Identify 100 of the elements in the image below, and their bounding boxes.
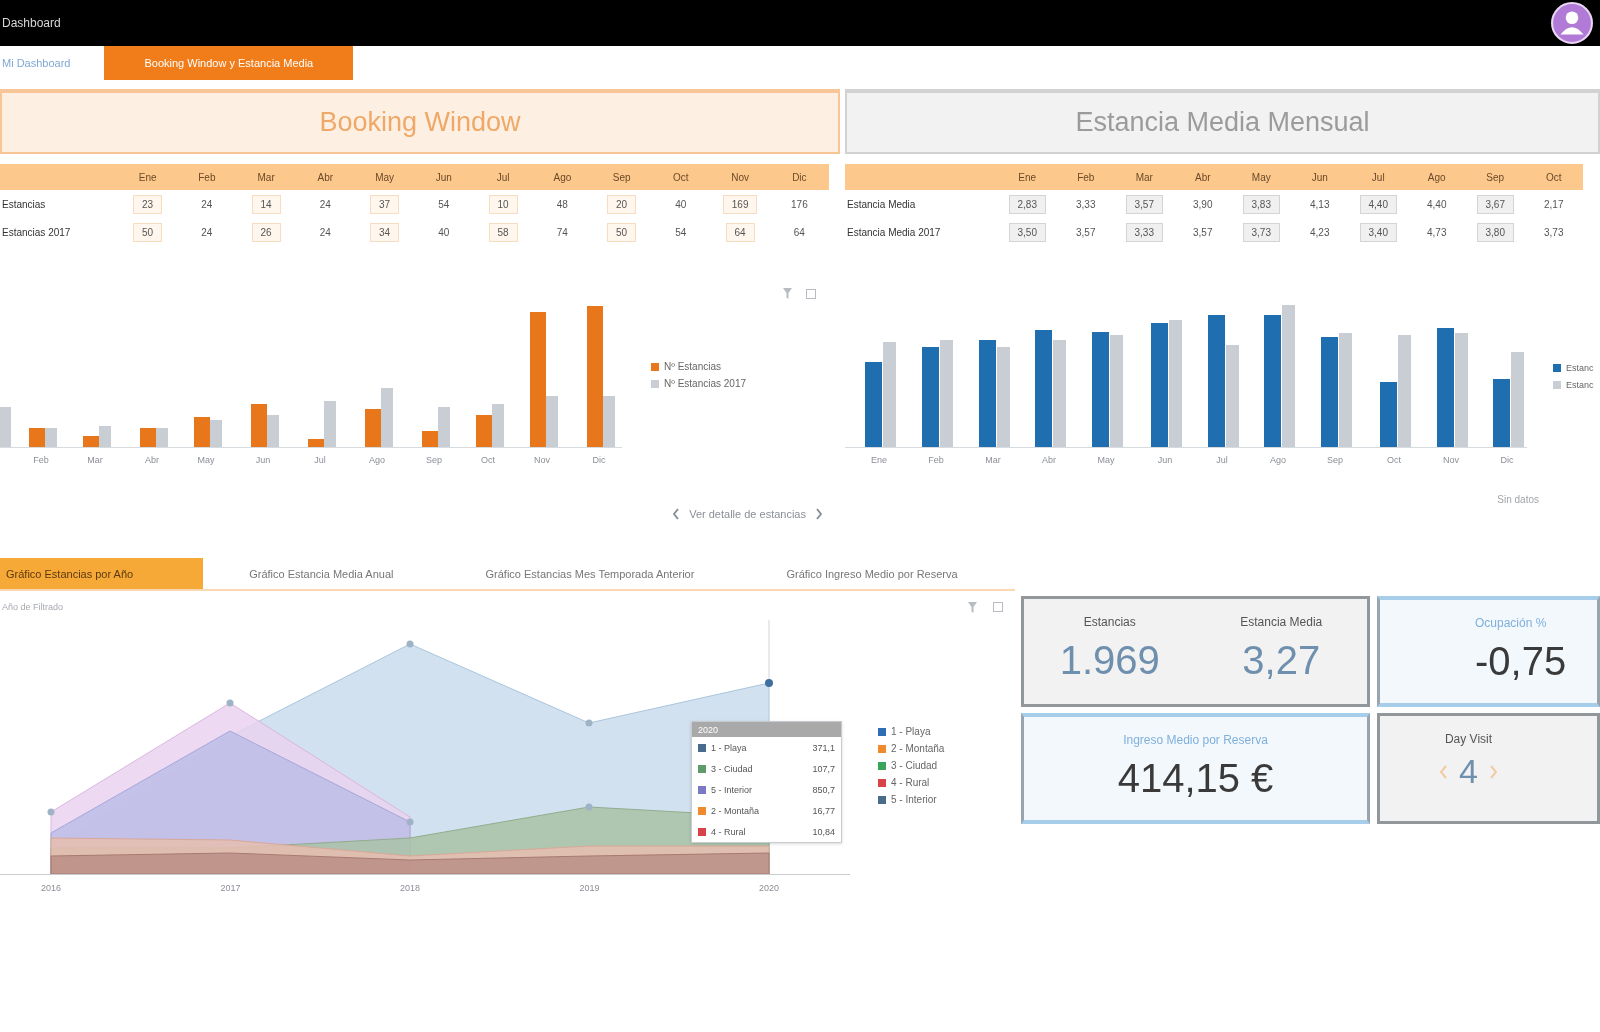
legend-label[interactable]: Estanc (1566, 362, 1594, 373)
app-title: Dashboard (2, 16, 61, 30)
legend-label[interactable]: 1 - Playa (891, 726, 931, 737)
axis-label: Nov (534, 455, 550, 465)
column-header: Jul (1349, 164, 1408, 190)
axis-label: Ago (1270, 455, 1286, 465)
axis-label: 2018 (400, 883, 420, 893)
table-cell-text: 64 (792, 225, 806, 240)
legend-label[interactable]: Estanc (1566, 379, 1594, 390)
legend-label[interactable]: 3 - Ciudad (891, 760, 938, 771)
axis-label: Nov (1443, 455, 1459, 465)
report-tab[interactable]: Gráfico Estancias Mes Temporada Anterior (439, 558, 741, 589)
axis-label: Abr (145, 455, 159, 465)
axis-label: Oct (481, 455, 495, 465)
chevron-right-icon[interactable] (816, 508, 822, 520)
table-cell: 3,57 (1125, 194, 1163, 214)
table-cell-text: 24 (200, 225, 214, 240)
report-tab[interactable]: Gráfico Estancia Media Anual (203, 558, 440, 589)
kpi-value: 414,15 € (1117, 755, 1274, 801)
column-header: Ago (1407, 164, 1466, 190)
axis-label: Jun (1157, 455, 1173, 465)
filter-icon[interactable] (968, 601, 977, 613)
table-cell-text: 3,57 (1075, 225, 1097, 240)
axis-label: Jun (255, 455, 271, 465)
axis-label: 2016 (41, 883, 61, 893)
report-tab[interactable]: Gráfico Ingreso Medio por Reserva (740, 558, 1004, 589)
table-cell: 3,80 (1476, 222, 1514, 242)
axis-label: Mar (87, 455, 103, 465)
column-header: Abr (295, 164, 355, 190)
table-cell: 3,67 (1476, 194, 1514, 214)
legend-label[interactable]: 5 - Interior (891, 794, 937, 805)
maximize-icon[interactable] (806, 288, 816, 299)
tooltip-value: 16,77 (812, 805, 835, 816)
pager-link[interactable]: Ver detalle de estancias (689, 508, 806, 520)
row-label: Estancias 2017 (2, 226, 71, 238)
table-cell: 4,40 (1359, 194, 1397, 214)
table-cell: 34 (370, 222, 400, 242)
maximize-icon[interactable] (993, 602, 1003, 612)
axis-label: Ago (369, 455, 385, 465)
column-header: Mar (236, 164, 296, 190)
legend-label[interactable]: 2 - Montaña (891, 743, 945, 754)
table-cell-text: 40 (674, 197, 688, 212)
table-cell: 3,73 (1242, 222, 1280, 242)
table-cell: 37 (370, 194, 400, 214)
legend-label[interactable]: Nº Estancias 2017 (664, 378, 747, 389)
column-header: Feb (1056, 164, 1115, 190)
table-cell-text: 2,17 (1543, 197, 1565, 212)
status-text: Sin datos (1497, 494, 1539, 505)
kpi-label: Estancia Media (1240, 615, 1323, 629)
chevron-right-icon[interactable] (1489, 764, 1497, 779)
chevron-left-icon[interactable] (673, 508, 680, 520)
axis-label: Feb (928, 455, 944, 465)
kpi-label: Ocupación % (1475, 616, 1547, 630)
table-cell: 58 (488, 222, 518, 242)
table-cell: 3,33 (1125, 222, 1163, 242)
axis-label: Oct (1387, 455, 1401, 465)
filter-icon[interactable] (783, 288, 792, 299)
legend-label[interactable]: 4 - Rural (891, 777, 930, 788)
kpi-value: 3,27 (1242, 637, 1321, 683)
avatar-icon[interactable] (1551, 2, 1593, 44)
column-header: May (1232, 164, 1291, 190)
section-title: Booking Window (319, 107, 521, 138)
axis-label: Mar (985, 455, 1001, 465)
report-tab[interactable]: Gráfico Estancias por Año (0, 558, 204, 589)
column-header: Mar (1115, 164, 1174, 190)
table-cell: 20 (607, 194, 637, 214)
tooltip-value: 850,7 (812, 784, 835, 795)
row-label: Estancia Media 2017 (847, 226, 941, 238)
legend-label[interactable]: Nº Estancias (664, 361, 721, 372)
axis-label: Sep (1327, 455, 1343, 465)
table-cell: 3,50 (1008, 222, 1046, 242)
row-label: Estancia Media (847, 198, 916, 210)
tooltip-value: 10,84 (812, 826, 835, 837)
axis-label: Dic (1500, 455, 1514, 465)
column-header: Jun (414, 164, 474, 190)
tooltip-value: 371,1 (812, 742, 835, 753)
column-header: Oct (1524, 164, 1583, 190)
table-cell: 64 (725, 222, 755, 242)
axis-label: Jul (314, 455, 326, 465)
filter-label: Año de Filtrado (2, 602, 64, 612)
column-header: Jun (1290, 164, 1349, 190)
column-header: Jul (473, 164, 533, 190)
column-header: Ene (118, 164, 178, 190)
chevron-left-icon[interactable] (1440, 764, 1448, 779)
axis-label: 2019 (579, 883, 600, 893)
table-cell: 23 (133, 194, 163, 214)
column-header: Sep (592, 164, 652, 190)
table-cell-text: 24 (318, 225, 332, 240)
table-cell-text: 3,73 (1543, 225, 1565, 240)
axis-label: 2017 (220, 883, 241, 893)
kpi-value: 4 (1459, 752, 1478, 792)
table-cell-text: 40 (437, 225, 451, 240)
axis-label: Abr (1042, 455, 1056, 465)
column-header: May (355, 164, 415, 190)
kpi-value: -0,75 (1475, 638, 1567, 684)
table-cell-text: 24 (318, 197, 332, 212)
table-cell-text: 48 (555, 197, 569, 212)
table-cell-text: 3,90 (1192, 197, 1214, 212)
axis-label: Jul (1216, 455, 1228, 465)
table-cell-text: 3,57 (1192, 225, 1214, 240)
